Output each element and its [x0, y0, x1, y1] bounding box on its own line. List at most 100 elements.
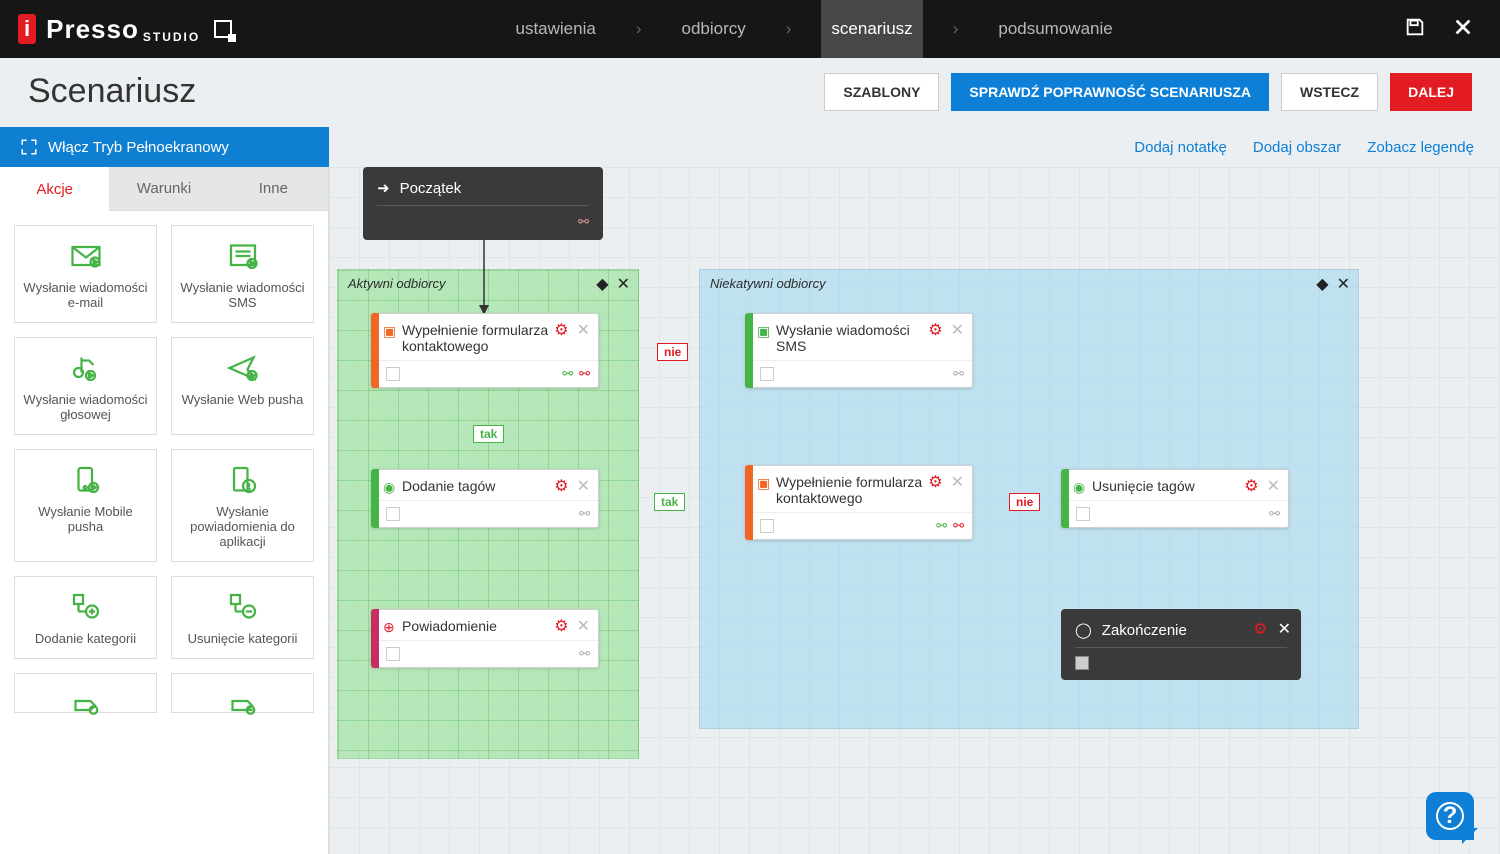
palette-label: Usunięcie kategorii — [188, 631, 298, 646]
palette-item-webpush[interactable]: Wysłanie Web pusha — [171, 337, 314, 435]
toolbar-links: Dodaj notatkę Dodaj obszar Zobacz legend… — [329, 127, 1500, 167]
help-button[interactable]: ? — [1426, 792, 1474, 840]
node-removetags-label: Usunięcie tagów — [1092, 478, 1195, 494]
tag-icon: ◉ — [1073, 479, 1085, 496]
node-start[interactable]: ➜ Początek ⚯ — [363, 167, 603, 240]
tab-warunki[interactable]: Warunki — [109, 167, 218, 211]
gear-icon[interactable]: ⚙ — [1253, 619, 1267, 639]
validate-button[interactable]: SPRAWDŹ POPRAWNOŚĆ SCENARIUSZA — [951, 73, 1269, 111]
sidebar: Akcje Warunki Inne Wysłanie wiadomości e… — [0, 167, 329, 854]
palette-item-email[interactable]: Wysłanie wiadomości e-mail — [14, 225, 157, 323]
palette-label: Wysłanie wiadomości SMS — [180, 280, 304, 310]
sidebar-tabs: Akcje Warunki Inne — [0, 167, 328, 211]
close-icon[interactable] — [1452, 16, 1474, 43]
link-icon: ⚯ — [579, 506, 588, 522]
close-icon[interactable]: ✕ — [1267, 476, 1280, 496]
palette: Wysłanie wiadomości e-mail Wysłanie wiad… — [0, 211, 328, 854]
palette-item-voice[interactable]: Wysłanie wiadomości głosowej — [14, 337, 157, 435]
node-addtags[interactable]: ◉ Dodanie tagów ⚙ ✕ ⚯ — [371, 469, 599, 528]
logo-i: i — [18, 14, 36, 44]
node-end[interactable]: ⚙✕ ◯Zakończenie — [1061, 609, 1301, 680]
breadcrumbs: ustawienia › odbiorcy › scenariusz › pod… — [250, 0, 1378, 58]
node-sms[interactable]: ▣Wysłanie wiadomości SMS ⚙✕ ⚯ — [745, 313, 973, 388]
crumb-scenariusz[interactable]: scenariusz — [821, 0, 922, 58]
close-icon[interactable]: ✕ — [951, 472, 964, 492]
palette-item-extra2[interactable] — [171, 673, 314, 713]
checkbox[interactable] — [760, 519, 774, 533]
checkbox[interactable] — [760, 367, 774, 381]
palette-label: Wysłanie wiadomości głosowej — [23, 392, 147, 422]
gear-icon[interactable]: ⚙ — [1244, 476, 1258, 496]
form-icon: ▣ — [757, 475, 770, 492]
node-form1-label: Wypełnienie formularza kontaktowego — [402, 322, 548, 354]
edge-label-yes: tak — [654, 493, 685, 511]
crumb-ustawienia[interactable]: ustawienia — [505, 0, 605, 58]
tab-inne[interactable]: Inne — [219, 167, 328, 211]
chevron-right-icon: › — [786, 19, 792, 39]
crumb-odbiorcy[interactable]: odbiorcy — [671, 0, 755, 58]
close-icon[interactable]: ✕ — [1278, 619, 1291, 639]
toolbar: Włącz Tryb Pełnoekranowy Dodaj notatkę D… — [0, 127, 1500, 167]
checkbox[interactable] — [1075, 656, 1089, 670]
palette-item-appnotify[interactable]: Wysłanie powiadomienia do aplikacji — [171, 449, 314, 562]
link-icon: ⚯ — [1269, 506, 1278, 522]
add-note-link[interactable]: Dodaj notatkę — [1134, 139, 1227, 156]
gear-icon[interactable]: ⚙ — [928, 320, 942, 340]
checkbox[interactable] — [386, 367, 400, 381]
checkbox[interactable] — [1076, 507, 1090, 521]
paint-icon[interactable]: ◆ — [1316, 274, 1328, 294]
close-icon[interactable]: ✕ — [577, 476, 590, 496]
next-button[interactable]: DALEJ — [1390, 73, 1472, 111]
node-removetags[interactable]: ◉ Usunięcie tagów ⚙ ✕ ⚯ — [1061, 469, 1289, 528]
close-icon[interactable]: ✕ — [951, 320, 964, 340]
gear-icon[interactable]: ⚙ — [554, 476, 568, 496]
link-icon: ⚯ — [953, 518, 962, 534]
save-icon[interactable] — [1404, 16, 1426, 43]
close-icon[interactable]: ✕ — [617, 274, 630, 294]
add-area-link[interactable]: Dodaj obszar — [1253, 139, 1341, 156]
palette-item-removecat[interactable]: Usunięcie kategorii — [171, 576, 314, 659]
fullscreen-icon — [20, 138, 38, 156]
palette-item-sms[interactable]: Wysłanie wiadomości SMS — [171, 225, 314, 323]
palette-item-mobilepush[interactable]: Wysłanie Mobile pusha — [14, 449, 157, 562]
paint-icon[interactable]: ◆ — [596, 274, 608, 294]
logo-brand: Presso — [46, 14, 139, 45]
palette-item-addcat[interactable]: Dodanie kategorii — [14, 576, 157, 659]
fullscreen-toggle[interactable]: Włącz Tryb Pełnoekranowy — [0, 127, 329, 167]
node-notify-label: Powiadomienie — [402, 618, 497, 634]
tab-akcje[interactable]: Akcje — [0, 167, 109, 211]
main: Akcje Warunki Inne Wysłanie wiadomości e… — [0, 167, 1500, 854]
gear-icon[interactable]: ⚙ — [554, 616, 568, 636]
node-addtags-label: Dodanie tagów — [402, 478, 495, 494]
back-button[interactable]: WSTECZ — [1281, 73, 1378, 111]
palette-label: Wysłanie powiadomienia do aplikacji — [190, 504, 295, 549]
checkbox[interactable] — [386, 507, 400, 521]
node-form2[interactable]: ▣Wypełnienie formularza kontaktowego ⚙✕ … — [745, 465, 973, 540]
close-icon[interactable]: ✕ — [577, 616, 590, 636]
node-start-label: Początek — [400, 180, 462, 197]
crumb-podsumowanie[interactable]: podsumowanie — [988, 0, 1122, 58]
arrow-right-icon: ➜ — [377, 179, 390, 197]
gear-icon[interactable]: ⚙ — [554, 320, 568, 340]
fullscreen-label: Włącz Tryb Pełnoekranowy — [48, 139, 229, 156]
node-notify[interactable]: ⊕Powiadomienie ⚙✕ ⚯ — [371, 609, 599, 668]
header: Scenariusz SZABLONY SPRAWDŹ POPRAWNOŚĆ S… — [0, 58, 1500, 111]
tag-icon: ◉ — [383, 479, 395, 496]
logo: i Presso STUDIO — [0, 14, 250, 45]
link-icon: ⚯ — [562, 366, 571, 382]
link-icon: ⚯ — [578, 214, 589, 230]
edge-label-yes: tak — [473, 425, 504, 443]
canvas[interactable]: Aktywni odbiorcy ◆✕ Niekatywni odbiorcy … — [329, 167, 1500, 854]
close-icon[interactable]: ✕ — [577, 320, 590, 340]
close-icon[interactable]: ✕ — [1337, 274, 1350, 294]
templates-button[interactable]: SZABLONY — [824, 73, 939, 111]
form-icon: ▣ — [383, 323, 396, 340]
palette-item-extra1[interactable] — [14, 673, 157, 713]
checkbox[interactable] — [386, 647, 400, 661]
logo-blocks-icon — [214, 20, 232, 38]
node-form1[interactable]: ▣Wypełnienie formularza kontaktowego ⚙✕ … — [371, 313, 599, 388]
node-end-label: Zakończenie — [1102, 622, 1187, 639]
show-legend-link[interactable]: Zobacz legendę — [1367, 139, 1474, 156]
node-form2-label: Wypełnienie formularza kontaktowego — [776, 474, 922, 506]
gear-icon[interactable]: ⚙ — [928, 472, 942, 492]
